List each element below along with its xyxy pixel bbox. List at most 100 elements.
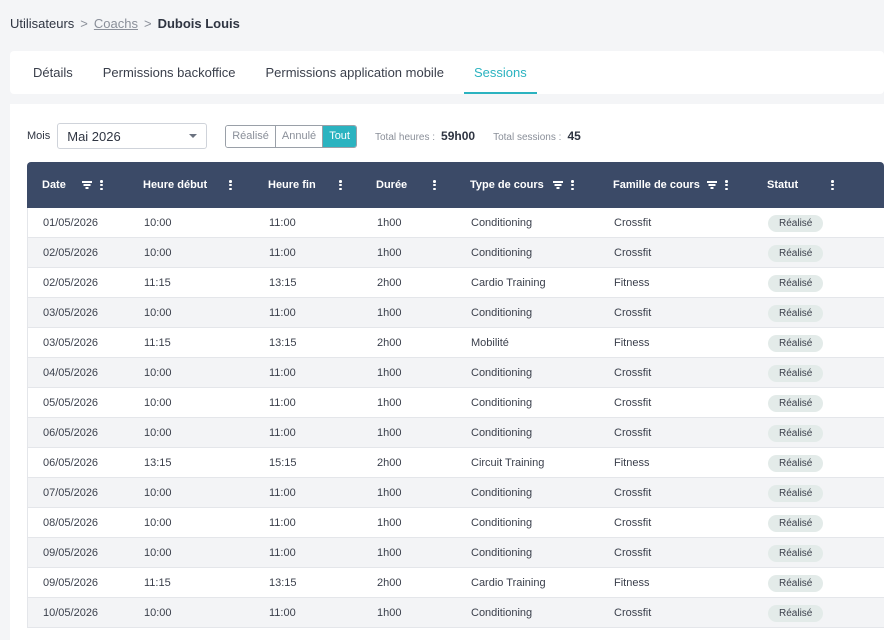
total-sessions-value: 45 — [567, 129, 581, 143]
status-filter-annule[interactable]: Annulé — [274, 125, 323, 147]
column-header-date[interactable]: Date — [42, 162, 103, 208]
cell-duree: 1h00 — [377, 487, 402, 499]
status-badge: Réalisé — [768, 304, 824, 322]
table-row[interactable]: 05/05/2026 10:00 11:00 1h00 Conditioning Cros… — [27, 388, 884, 418]
cell-heure-fin: 11:00 — [269, 217, 296, 229]
column-header-statut[interactable]: Statut — [767, 162, 834, 208]
cell-date: 08/05/2026 — [43, 517, 99, 529]
cell-duree: 1h00 — [377, 397, 402, 409]
column-menu-icon[interactable] — [831, 180, 834, 190]
breadcrumb-users[interactable]: Utilisateurs — [10, 16, 74, 31]
cell-date: 02/05/2026 — [43, 277, 99, 289]
column-menu-icon[interactable] — [229, 180, 232, 190]
status-filter-group: Réalisé Annulé Tout — [225, 124, 357, 148]
cell-heure-fin: 11:00 — [269, 607, 296, 619]
table-row[interactable]: 10/05/2026 10:00 11:00 1h00 Conditioning Cros… — [27, 598, 884, 628]
column-menu-icon[interactable] — [725, 180, 728, 190]
column-header-heure-debut[interactable]: Heure début — [143, 162, 232, 208]
cell-type-de-cours: Conditioning — [471, 427, 533, 439]
status-filter-tout[interactable]: Tout — [322, 125, 356, 147]
table-row[interactable]: 03/05/2026 10:00 11:00 1h00 Conditioning Cros… — [27, 298, 884, 328]
cell-statut: Réalisé — [768, 238, 824, 268]
cell-date: 01/05/2026 — [43, 217, 99, 229]
breadcrumb-coachs-link[interactable]: Coachs — [94, 16, 138, 31]
cell-type-de-cours: Conditioning — [471, 517, 533, 529]
cell-heure-debut: 10:00 — [144, 247, 172, 259]
tab-permissions-backoffice[interactable]: Permissions backoffice — [93, 51, 246, 94]
column-header-heure-fin[interactable]: Heure fin — [268, 162, 342, 208]
tabs-bar: Détails Permissions backoffice Permissio… — [10, 51, 884, 94]
table-row[interactable]: 09/05/2026 10:00 11:00 1h00 Conditioning Cros… — [27, 538, 884, 568]
status-badge: Réalisé — [768, 364, 824, 382]
month-select[interactable]: Mai 2026 — [57, 123, 208, 149]
column-menu-icon[interactable] — [339, 180, 342, 190]
cell-statut: Réalisé — [768, 208, 824, 238]
column-menu-icon[interactable] — [571, 180, 574, 190]
cell-date: 06/05/2026 — [43, 457, 99, 469]
cell-type-de-cours: Conditioning — [471, 397, 533, 409]
total-sessions: Total sessions : 45 — [493, 129, 581, 143]
cell-famille-de-cours: Fitness — [614, 337, 650, 349]
table-row[interactable]: 09/05/2026 11:15 13:15 2h00 Cardio Training F… — [27, 568, 884, 598]
table-row[interactable]: 03/05/2026 11:15 13:15 2h00 Mobilité Fitness R… — [27, 328, 884, 358]
table-row[interactable]: 02/05/2026 11:15 13:15 2h00 Cardio Training F… — [27, 268, 884, 298]
month-select-value: Mai 2026 — [67, 128, 121, 144]
cell-famille-de-cours: Crossfit — [614, 397, 652, 409]
cell-date: 05/05/2026 — [43, 397, 99, 409]
column-header-label: Heure début — [143, 179, 208, 191]
sessions-panel: Mois Mai 2026 Réalisé Annulé Tout Total … — [10, 104, 884, 640]
cell-heure-debut: 10:00 — [144, 547, 172, 559]
column-header-type-de-cours[interactable]: Type de cours — [470, 162, 574, 208]
column-header-famille-de-cours[interactable]: Famille de cours — [613, 162, 728, 208]
filter-icon[interactable] — [553, 181, 563, 189]
column-menu-icon[interactable] — [100, 180, 103, 190]
table-row[interactable]: 02/05/2026 10:00 11:00 1h00 Conditioning Cros… — [27, 238, 884, 268]
table-row[interactable]: 07/05/2026 10:00 11:00 1h00 Conditioning Cros… — [27, 478, 884, 508]
cell-statut: Réalisé — [768, 508, 824, 538]
cell-type-de-cours: Conditioning — [471, 247, 533, 259]
filter-icon[interactable] — [82, 181, 92, 189]
cell-heure-fin: 13:15 — [269, 337, 297, 349]
cell-duree: 2h00 — [377, 277, 402, 289]
cell-heure-fin: 11:00 — [269, 427, 296, 439]
table-row[interactable]: 06/05/2026 13:15 15:15 2h00 Circuit Training… — [27, 448, 884, 478]
cell-heure-fin: 11:00 — [269, 397, 296, 409]
cell-famille-de-cours: Crossfit — [614, 427, 652, 439]
cell-heure-debut: 10:00 — [144, 607, 172, 619]
cell-duree: 1h00 — [377, 607, 402, 619]
cell-heure-fin: 11:00 — [269, 247, 296, 259]
filter-icon[interactable] — [707, 181, 717, 189]
cell-famille-de-cours: Crossfit — [614, 307, 652, 319]
status-badge: Réalisé — [768, 454, 824, 472]
cell-famille-de-cours: Fitness — [614, 457, 650, 469]
tab-permissions-mobile[interactable]: Permissions application mobile — [255, 51, 453, 94]
cell-date: 02/05/2026 — [43, 247, 99, 259]
column-menu-icon[interactable] — [433, 180, 436, 190]
column-header-label: Heure fin — [268, 179, 316, 191]
breadcrumb-separator: > — [80, 16, 88, 31]
status-badge: Réalisé — [768, 394, 824, 412]
cell-statut: Réalisé — [768, 388, 824, 418]
cell-heure-debut: 11:15 — [144, 577, 171, 589]
cell-duree: 1h00 — [377, 367, 402, 379]
tab-details[interactable]: Détails — [23, 51, 83, 94]
tab-sessions[interactable]: Sessions — [463, 51, 537, 94]
cell-statut: Réalisé — [768, 358, 824, 388]
cell-heure-fin: 11:00 — [269, 307, 296, 319]
table-row[interactable]: 06/05/2026 10:00 11:00 1h00 Conditioning Cros… — [27, 418, 884, 448]
cell-famille-de-cours: Crossfit — [614, 247, 652, 259]
cell-duree: 1h00 — [377, 217, 402, 229]
status-filter-realise[interactable]: Réalisé — [226, 125, 275, 147]
cell-duree: 2h00 — [377, 457, 402, 469]
cell-type-de-cours: Cardio Training — [471, 277, 546, 289]
cell-famille-de-cours: Crossfit — [614, 487, 652, 499]
cell-type-de-cours: Conditioning — [471, 487, 533, 499]
breadcrumb-current: Dubois Louis — [157, 16, 240, 31]
column-header-duree[interactable]: Durée — [376, 162, 436, 208]
table-row[interactable]: 08/05/2026 10:00 11:00 1h00 Conditioning Cros… — [27, 508, 884, 538]
cell-famille-de-cours: Crossfit — [614, 217, 652, 229]
table-row[interactable]: 01/05/2026 10:00 11:00 1h00 Conditioning Cros… — [27, 208, 884, 238]
total-hours-label: Total heures : — [374, 132, 436, 143]
cell-heure-debut: 10:00 — [144, 427, 172, 439]
table-row[interactable]: 04/05/2026 10:00 11:00 1h00 Conditioning Cros… — [27, 358, 884, 388]
